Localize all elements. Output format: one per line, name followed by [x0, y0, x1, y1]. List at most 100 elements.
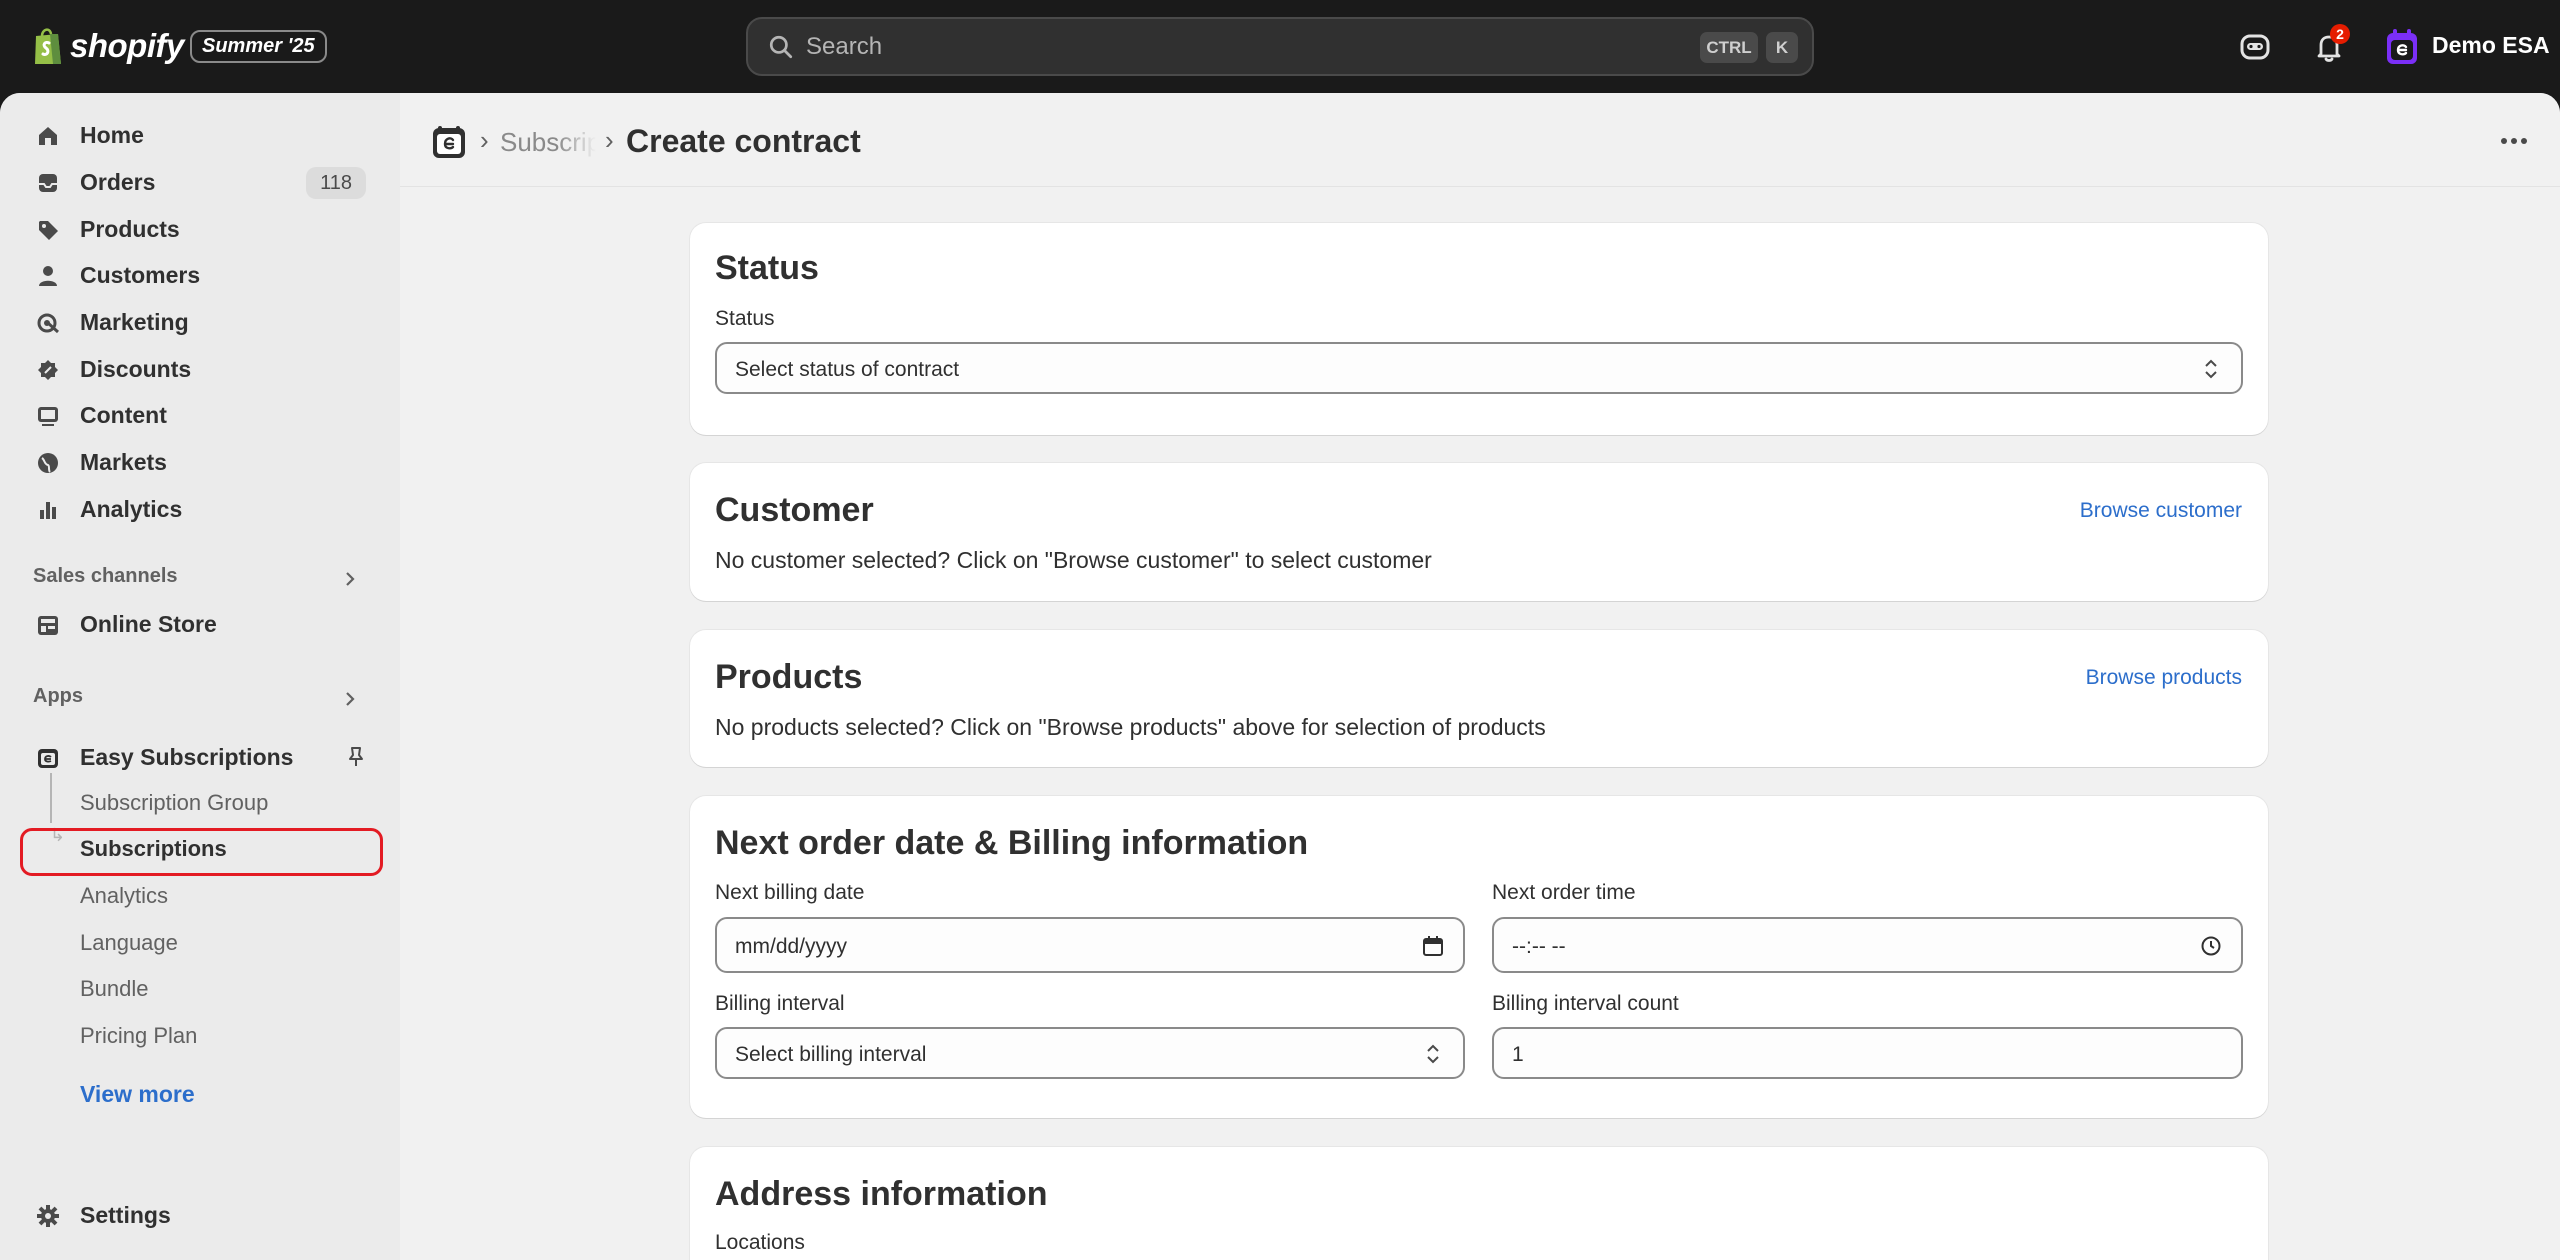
browse-products-link[interactable]: Browse products — [2086, 666, 2242, 690]
shopify-logo[interactable]: shopify — [32, 26, 184, 66]
person-icon — [39, 266, 57, 286]
sidebar: Home Orders 118 Products Customers Marke… — [0, 93, 400, 1260]
input-placeholder: mm/dd/yyyy — [735, 935, 848, 958]
main-content: › Subscriptions › Create contract Status… — [400, 93, 2560, 1260]
discount-icon — [38, 360, 58, 380]
tree-line — [50, 773, 52, 823]
orders-count-badge: 118 — [306, 167, 366, 199]
search-input[interactable]: Search CTRL K — [746, 17, 1814, 76]
top-bar: shopify Summer '25 Search CTRL K 2 Demo … — [0, 0, 2560, 93]
easy-subscriptions-app-icon — [38, 749, 58, 768]
sidebar-item-discounts[interactable]: Discounts — [20, 347, 376, 391]
shopify-bag-icon — [35, 28, 61, 64]
orders-icon — [39, 174, 57, 192]
sidebar-item-label: Marketing — [80, 308, 189, 335]
card-title: Address information — [715, 1175, 1048, 1213]
globe-icon — [38, 453, 58, 473]
sidebar-item-online-store[interactable]: Online Store — [20, 602, 376, 646]
field-label: Billing interval — [715, 992, 845, 1015]
card-title: Next order date & Billing information — [715, 824, 1309, 862]
chart-bar-icon — [40, 502, 56, 519]
store-name[interactable]: Demo ESA — [2432, 32, 2550, 59]
card-title: Status — [715, 249, 819, 287]
card-description: No products selected? Click on "Browse p… — [715, 714, 1546, 740]
shortcut-k-key: K — [1766, 32, 1798, 63]
sidebar-item-label: Easy Subscriptions — [80, 743, 294, 770]
clock-icon[interactable] — [2199, 934, 2223, 958]
chevron-right-icon[interactable] — [340, 569, 360, 589]
field-label: Next billing date — [715, 881, 865, 904]
admin-shell: Home Orders 118 Products Customers Marke… — [0, 93, 2560, 1260]
target-icon — [37, 313, 60, 334]
billing-interval-select[interactable]: Select billing interval — [715, 1027, 1465, 1079]
chevron-right-icon[interactable] — [340, 689, 360, 709]
sidebar-item-easy-subscriptions[interactable]: Easy Subscriptions — [20, 735, 376, 779]
more-actions-icon[interactable] — [2494, 129, 2534, 153]
sidebar-item-content[interactable]: Content — [20, 393, 376, 437]
customer-card: Customer Browse customer No customer sel… — [690, 463, 2268, 601]
sales-channels-heading[interactable]: Sales channels — [33, 565, 178, 588]
breadcrumb-subscriptions[interactable]: Subscriptions — [500, 127, 596, 158]
sidebar-subitem-analytics[interactable]: Analytics — [80, 883, 168, 909]
address-card: Address information Locations — [690, 1147, 2268, 1260]
sidekick-icon[interactable] — [2236, 28, 2274, 66]
sidebar-subitem-pricing-plan[interactable]: Pricing Plan — [80, 1023, 197, 1049]
sidebar-item-label: Online Store — [80, 610, 217, 637]
edition-badge[interactable]: Summer '25 — [190, 30, 327, 63]
next-order-time-input[interactable]: --:-- -- — [1492, 917, 2243, 973]
breadcrumb-separator: › — [480, 125, 489, 155]
select-arrows-icon — [2205, 359, 2217, 379]
sidebar-subitem-bundle[interactable]: Bundle — [80, 976, 149, 1002]
sidebar-item-home[interactable]: Home — [20, 113, 376, 157]
browse-customer-link[interactable]: Browse customer — [2080, 499, 2242, 523]
sidebar-item-label: Analytics — [80, 495, 183, 522]
sidebar-item-marketing[interactable]: Marketing — [20, 300, 376, 344]
home-icon — [39, 127, 57, 145]
sidebar-item-markets[interactable]: Markets — [20, 440, 376, 484]
field-label: Status — [715, 307, 775, 330]
view-more-link[interactable]: View more — [80, 1081, 195, 1108]
field-label: Billing interval count — [1492, 992, 1679, 1015]
page-header: › Subscriptions › Create contract — [400, 93, 2560, 187]
apps-heading[interactable]: Apps — [33, 685, 83, 708]
sidebar-item-products[interactable]: Products — [20, 207, 376, 251]
products-card: Products Browse products No products sel… — [690, 630, 2268, 767]
sidebar-item-label: Orders — [80, 168, 156, 195]
sidebar-item-label: Markets — [80, 448, 167, 475]
input-value: 1 — [1512, 1043, 1524, 1066]
sidebar-item-label: Home — [80, 121, 144, 148]
status-select[interactable]: Select status of contract — [715, 342, 2243, 394]
gear-icon — [37, 1205, 59, 1227]
sidebar-item-label: Settings — [80, 1201, 171, 1228]
sidebar-subitem-subscription-group[interactable]: Subscription Group — [80, 790, 268, 816]
sidebar-item-label: Content — [80, 401, 167, 428]
sidebar-item-label: Customers — [80, 261, 201, 288]
billing-interval-count-input[interactable]: 1 — [1492, 1027, 2243, 1079]
search-icon — [769, 35, 793, 58]
card-title: Customer — [715, 491, 874, 529]
pin-icon[interactable] — [344, 745, 368, 769]
sidebar-item-settings[interactable]: Settings — [20, 1193, 376, 1237]
store-avatar-icon[interactable] — [2385, 28, 2419, 66]
field-label: Locations — [715, 1231, 805, 1254]
field-label: Next order time — [1492, 881, 1636, 904]
select-value: Select billing interval — [735, 1043, 927, 1066]
calendar-icon[interactable] — [1421, 934, 1445, 958]
tag-icon — [39, 221, 58, 240]
easy-subscriptions-app-icon[interactable] — [432, 125, 466, 159]
store-icon — [38, 616, 58, 635]
sidebar-item-label: Products — [80, 215, 180, 242]
sidebar-item-analytics[interactable]: Analytics — [20, 487, 376, 531]
sidebar-subitem-subscriptions[interactable]: Subscriptions — [80, 836, 227, 862]
breadcrumb-separator: › — [605, 125, 614, 155]
card-title: Products — [715, 658, 863, 696]
brand-wordmark: shopify — [70, 27, 184, 64]
sidebar-item-orders[interactable]: Orders 118 — [20, 160, 376, 204]
sidebar-item-customers[interactable]: Customers — [20, 253, 376, 297]
select-arrows-icon — [1427, 1044, 1439, 1064]
next-billing-date-input[interactable]: mm/dd/yyyy — [715, 917, 1465, 973]
page-title: Create contract — [626, 123, 861, 159]
sidebar-subitem-language[interactable]: Language — [80, 930, 178, 956]
status-card: Status Status Select status of contract — [690, 223, 2268, 435]
billing-card: Next order date & Billing information Ne… — [690, 796, 2268, 1118]
